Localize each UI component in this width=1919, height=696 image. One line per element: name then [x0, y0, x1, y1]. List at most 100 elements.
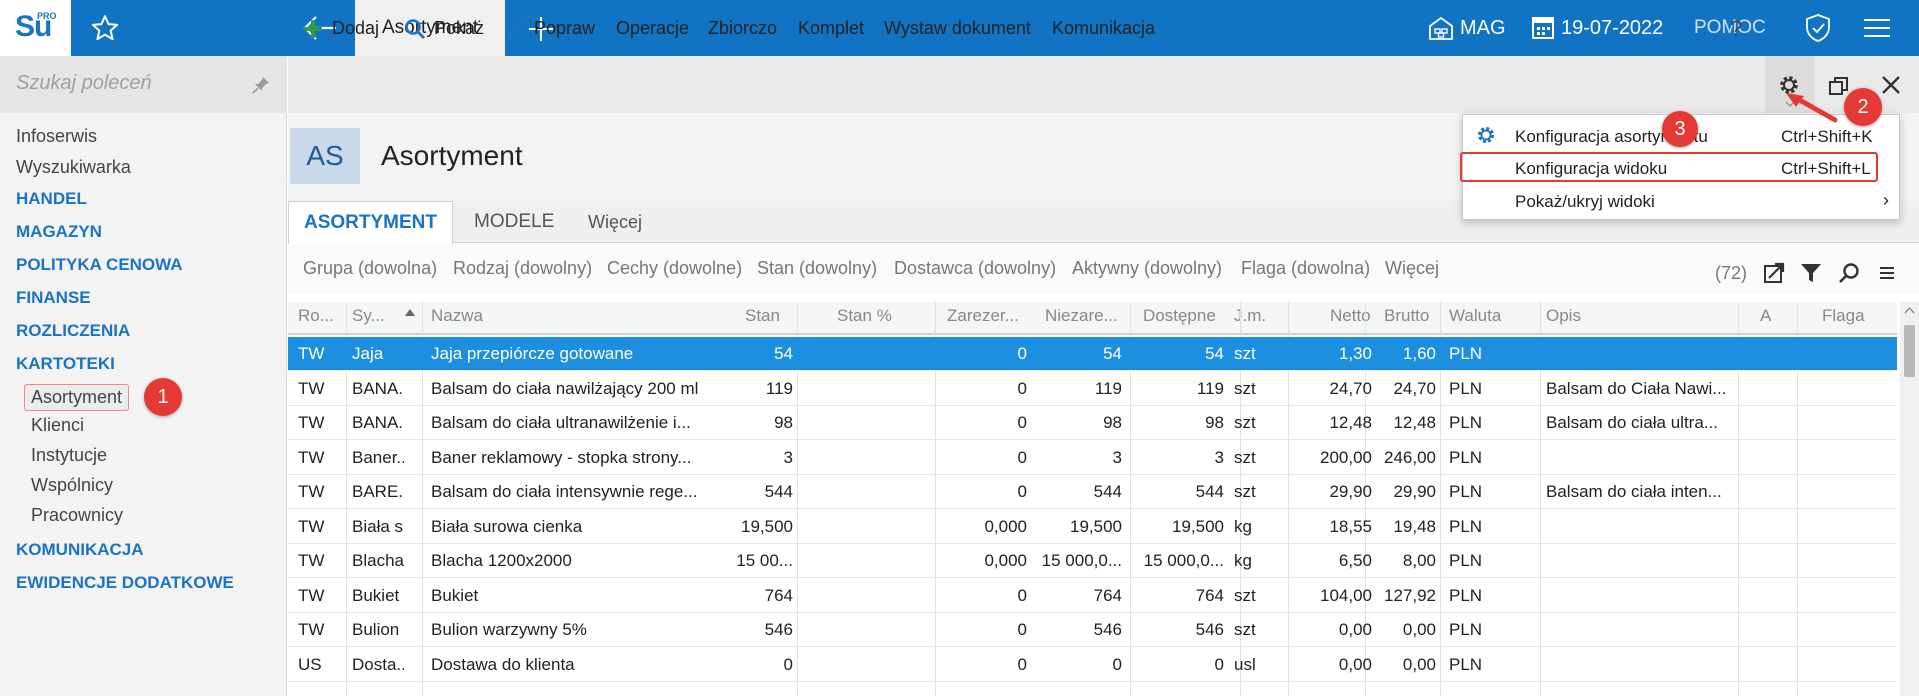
table-cell: 546	[1195, 620, 1224, 639]
filter-type[interactable]: Rodzaj (dowolny)	[453, 258, 592, 279]
close-icon[interactable]	[1881, 75, 1901, 95]
table-row[interactable]: TW BANA... Balsam do ciała nawilżający 200…	[288, 372, 1897, 406]
filter-more[interactable]: Więcej	[1385, 258, 1439, 279]
table-cell: 0,00	[1402, 654, 1436, 674]
sidebar-item-magazyn[interactable]: MAGAZYN	[16, 222, 102, 242]
pin-icon[interactable]	[252, 76, 270, 94]
table-cell: PLN	[1449, 620, 1483, 639]
table-cell: 3	[1214, 447, 1224, 467]
column-header[interactable]: Waluta	[1449, 306, 1501, 326]
issue-document-button[interactable]: Wystaw dokument	[884, 0, 1031, 57]
menu-item-toggle-views[interactable]: Pokaż/ukryj widoki ›	[1475, 186, 1895, 216]
table-cell: 0	[1017, 378, 1027, 398]
table-cell: TW	[298, 551, 325, 570]
sidebar-item-infoserwis[interactable]: Infoserwis	[16, 126, 97, 147]
table-row[interactable]: TW BANA... Balsam do ciała ultranawilżenie…	[288, 406, 1897, 440]
filter-flag[interactable]: Flaga (dowolna)	[1241, 258, 1370, 279]
star-icon[interactable]	[90, 13, 120, 43]
table-row[interactable]: TW Bulion Bulion warzywny 5% 546 0 546 546 szt 0…	[288, 613, 1897, 647]
table-cell: 119	[1196, 378, 1224, 398]
export-icon[interactable]	[1763, 262, 1785, 284]
filter-stock[interactable]: Stan (dowolny)	[757, 258, 877, 279]
table-cell: Baner...	[352, 447, 404, 467]
edit-button[interactable]: Popraw	[504, 0, 595, 57]
search-input[interactable]	[16, 72, 236, 95]
table-cell: 29,90	[1393, 482, 1436, 501]
sidebar-item-kartoteki[interactable]: KARTOTEKI	[16, 354, 115, 374]
column-header[interactable]: Niezare...	[1045, 306, 1118, 326]
table-row[interactable]: TW BARE... Balsam do ciała intensywnie reg…	[288, 475, 1897, 509]
scrollbar-thumb[interactable]	[1904, 325, 1915, 377]
table-cell: PLN	[1449, 344, 1483, 363]
column-header[interactable]: Flaga	[1822, 306, 1865, 326]
scroll-up-icon[interactable]	[1904, 306, 1915, 314]
filter-active[interactable]: Aktywny (dowolny)	[1072, 258, 1222, 279]
table-row[interactable]: TW Blacha... Blacha 1200x2000 15 00... 0,000…	[288, 544, 1897, 578]
summary-button[interactable]: Zbiorczo	[708, 0, 777, 57]
sidebar-item-rozliczenia[interactable]: ROZLICZENIA	[16, 321, 130, 341]
sidebar-item-klienci[interactable]: Klienci	[31, 415, 84, 436]
help-button[interactable]: ?	[1730, 0, 1742, 57]
tab-modele[interactable]: MODELE	[459, 201, 569, 243]
filter-supplier[interactable]: Dostawca (dowolny)	[894, 258, 1056, 279]
sidebar-item-asortyment[interactable]: Asortyment	[24, 384, 130, 411]
column-header[interactable]: J.m.	[1234, 306, 1266, 326]
column-header[interactable]: Sy...	[352, 306, 385, 326]
filter-features[interactable]: Cechy (dowolne)	[607, 258, 742, 279]
sidebar-item-handel[interactable]: HANDEL	[16, 189, 87, 209]
date-label[interactable]: 19-07-2022	[1561, 0, 1663, 56]
sort-ascending-icon[interactable]	[405, 309, 415, 316]
search-table-icon[interactable]	[1838, 262, 1860, 284]
sidebar-item-pracownicy[interactable]: Pracownicy	[31, 505, 123, 526]
set-button[interactable]: Komplet	[798, 0, 864, 57]
filter-icon[interactable]	[1800, 262, 1822, 284]
table-row[interactable]: TW Baner... Baner reklamowy - stopka stron…	[288, 441, 1897, 475]
table-row[interactable]: TW Jaja Jaja przepiórcze gotowane 54 0 54 54 sz…	[288, 337, 1897, 371]
table-cell: Biała surowa cienka	[431, 516, 583, 536]
table-cell: TW	[298, 585, 325, 605]
table-row[interactable]: TW Biała s... Biała surowa cienka 19,500 0,0…	[288, 510, 1897, 544]
sidebar-item-komunikacja[interactable]: KOMUNIKACJA	[16, 540, 144, 560]
table-cell: Balsam do ciała ultranawilżenie i...	[431, 413, 691, 432]
table-cell: 544	[764, 482, 793, 501]
table-cell: 98	[1103, 413, 1122, 432]
column-header[interactable]: Stan %	[837, 306, 892, 326]
sidebar-item-wyszukiwarka[interactable]: Wyszukiwarka	[16, 157, 131, 178]
column-header[interactable]: Dostępne	[1143, 306, 1216, 326]
table-cell: 0	[1017, 654, 1027, 674]
sidebar-item-wspolnicy[interactable]: Wspólnicy	[31, 475, 113, 496]
table-cell: Dosta...	[352, 654, 404, 674]
column-header[interactable]: Ro...	[298, 306, 334, 326]
hamburger-menu-icon[interactable]	[1862, 16, 1892, 40]
show-button[interactable]: Pokaż	[404, 0, 484, 57]
column-header[interactable]: Zarezer...	[947, 306, 1019, 326]
column-header[interactable]: Brutto	[1384, 306, 1429, 326]
sidebar-item-polityka-cenowa[interactable]: POLITYKA CENOWA	[16, 255, 183, 275]
table-row[interactable]: US Dosta... Dostawa do klienta 0 0 0 0 usl 0,00 0…	[288, 648, 1897, 682]
sidebar-item-ewidencje-dodatkowe[interactable]: EWIDENCJE DODATKOWE	[16, 573, 234, 593]
table-cell: szt	[1234, 447, 1256, 467]
shield-check-icon[interactable]	[1804, 13, 1832, 43]
table-cell: usl	[1234, 654, 1256, 674]
table-row[interactable]: TW Bukiet Bukiet 764 0 764 764 szt 104,00 127,92 P…	[288, 579, 1897, 613]
table-cell: PLN	[1449, 585, 1483, 605]
table-cell: 0	[1017, 482, 1027, 501]
app-logo[interactable]: Su PRO	[0, 0, 71, 56]
column-header[interactable]: Opis	[1546, 306, 1581, 326]
communication-button[interactable]: Komunikacja	[1052, 0, 1155, 57]
column-header[interactable]: A	[1760, 306, 1771, 326]
filter-group[interactable]: Grupa (dowolna)	[303, 258, 437, 279]
table-cell: Balsam do ciała intensywnie rege...	[431, 482, 698, 501]
annotation-badge-2: 2	[1844, 88, 1882, 126]
column-header[interactable]: Stan	[745, 306, 780, 326]
more-menu-icon[interactable]	[1876, 262, 1898, 284]
tab-asortyment-list[interactable]: ASORTYMENT	[288, 201, 453, 244]
submenu-arrow-icon: ›	[1883, 190, 1889, 210]
sidebar-item-finanse[interactable]: FINANSE	[16, 288, 91, 308]
column-header[interactable]: Nazwa	[431, 306, 483, 326]
operations-button[interactable]: Operacje	[616, 0, 689, 57]
warehouse-label[interactable]: MAG	[1460, 0, 1506, 56]
add-button[interactable]: Dodaj	[302, 0, 379, 57]
sidebar-item-instytucje[interactable]: Instytucje	[31, 445, 107, 466]
tab-more[interactable]: Więcej	[573, 201, 657, 243]
